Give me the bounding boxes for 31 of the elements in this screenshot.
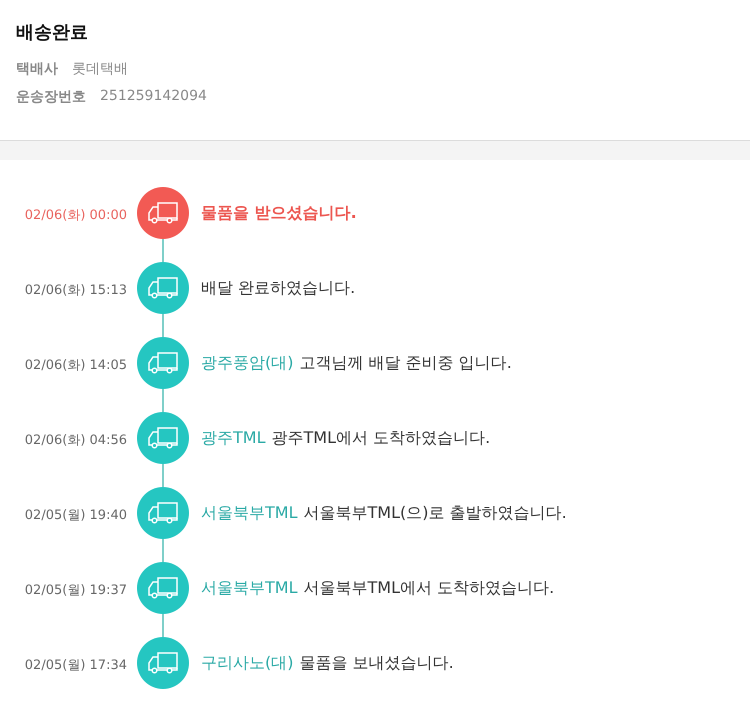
truck-icon	[147, 426, 179, 450]
location-name: 광주풍암(대)	[201, 352, 294, 374]
event-time: 02/05(월) 17:34	[24, 657, 127, 675]
info-label: 운송장번호	[16, 88, 86, 106]
location-name: 서울북부TML	[201, 502, 298, 524]
event-message: 광주TML에서 도착하였습니다.	[272, 428, 490, 448]
event-message: 서울북부TML(으)로 출발하였습니다.	[304, 502, 567, 524]
location-name: 광주TML	[201, 428, 266, 448]
event-message: 고객님께 배달 준비중 입니다.	[299, 352, 512, 374]
truck-icon	[147, 351, 179, 375]
truck-icon	[147, 576, 179, 600]
event-time: 02/05(월) 19:40	[24, 507, 127, 525]
event-message: 배달 완료하였습니다.	[201, 278, 356, 298]
event-message: 물품을 받으셨습니다.	[201, 202, 357, 224]
truck-icon	[147, 201, 179, 225]
event-time: 02/06(화) 14:05	[24, 357, 127, 375]
event-time: 02/06(화) 15:13	[24, 282, 127, 300]
location-name: 서울북부TML	[201, 578, 298, 598]
info-value: 롯데택배	[72, 60, 128, 78]
status-title: 배송완료	[16, 21, 89, 44]
event-time: 02/05(월) 19:37	[24, 582, 127, 600]
event-message: 서울북부TML에서 도착하였습니다.	[304, 578, 554, 598]
event-message: 물품을 보내셨습니다.	[299, 652, 454, 674]
info-label: 택배사	[16, 60, 58, 78]
truck-icon	[147, 276, 179, 300]
truck-icon	[147, 651, 179, 675]
event-time: 02/06(화) 04:56	[24, 432, 127, 450]
truck-icon	[147, 501, 179, 525]
event-time: 02/06(화) 00:00	[24, 207, 127, 225]
info-value: 251259142094	[100, 88, 207, 106]
location-name: 구리사노(대)	[201, 652, 294, 674]
